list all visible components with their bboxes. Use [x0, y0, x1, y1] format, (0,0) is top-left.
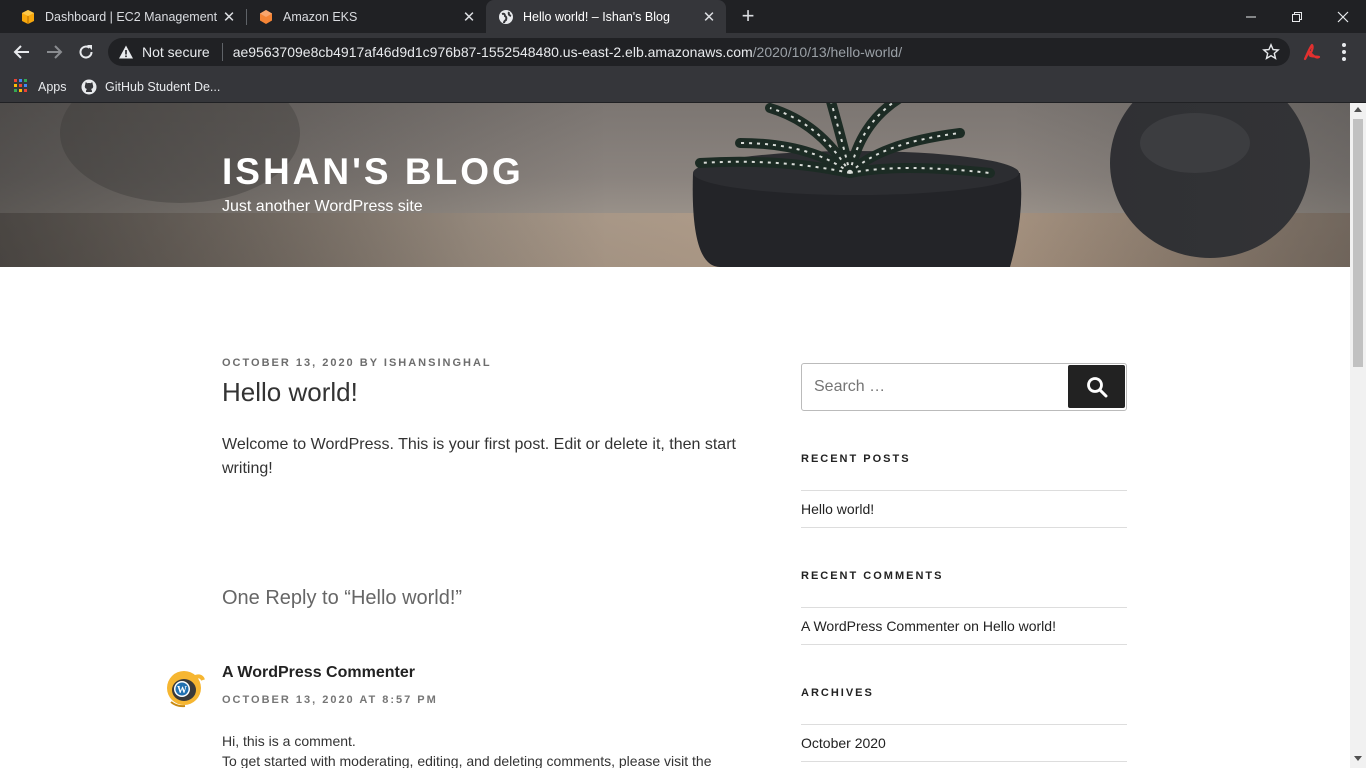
archive-link[interactable]: October 2020 [801, 725, 1127, 761]
search-button[interactable] [1068, 365, 1125, 408]
forward-button[interactable] [41, 39, 67, 65]
scroll-up-icon[interactable] [1354, 107, 1362, 112]
avatar[interactable]: W [163, 666, 205, 708]
close-tab-icon[interactable]: ✕ [458, 6, 480, 28]
recent-post-link[interactable]: Hello world! [801, 491, 1127, 527]
minimize-button[interactable] [1228, 0, 1274, 33]
close-tab-icon[interactable]: ✕ [218, 6, 240, 28]
reload-icon [79, 45, 93, 59]
tab-ec2-dashboard[interactable]: Dashboard | EC2 Management Co ✕ [0, 0, 246, 33]
tab-hello-world[interactable]: Hello world! – Ishan's Blog ✕ [486, 0, 726, 33]
archives-title: ARCHIVES [801, 687, 874, 699]
post-date[interactable]: OCTOBER 13, 2020 [222, 357, 355, 369]
scroll-down-icon[interactable] [1354, 756, 1362, 761]
recent-comment-post[interactable]: Hello world! [983, 618, 1056, 634]
tab-title: Dashboard | EC2 Management Co [45, 9, 218, 24]
tab-title: Hello world! – Ishan's Blog [523, 9, 670, 24]
url-text[interactable]: ae9563709e8cb4917af46d9d1c976b87-1552548… [233, 44, 902, 60]
tab-title: Amazon EKS [283, 9, 358, 24]
bookmark-apps[interactable]: Apps [14, 77, 67, 97]
recent-comment-author[interactable]: A WordPress Commenter [801, 618, 959, 634]
post-content: Welcome to WordPress. This is your first… [222, 436, 736, 477]
web-page: ISHAN'S BLOG Just another WordPress site… [0, 103, 1350, 768]
comments-title: One Reply to “Hello world!” [222, 587, 463, 609]
hero-overlay [0, 103, 1350, 267]
recent-posts-list: Hello world! [801, 490, 1127, 528]
site-description: Just another WordPress site [222, 198, 423, 215]
address-bar[interactable]: Not secure ae9563709e8cb4917af46d9d1c976… [108, 38, 1290, 66]
browser-menu-icon[interactable] [1334, 40, 1354, 64]
search-icon [1086, 376, 1107, 397]
recent-comments-title: RECENT COMMENTS [801, 570, 944, 582]
comment-body: Hi, this is a comment. To get started wi… [222, 731, 752, 768]
comment-date[interactable]: OCTOBER 13, 2020 AT 8:57 PM [222, 694, 438, 706]
acrobat-extension-icon[interactable] [1302, 42, 1322, 62]
url-host: ae9563709e8cb4917af46d9d1c976b87-1552548… [232, 44, 753, 60]
recent-posts-title: RECENT POSTS [801, 453, 911, 465]
back-arrow-icon [13, 45, 29, 59]
comment-author: A WordPress Commenter [222, 664, 415, 681]
archives-list: October 2020 [801, 724, 1127, 762]
security-status[interactable]: Not secure [142, 44, 210, 60]
recent-comments-list: A WordPress Commenter on Hello world! [801, 607, 1127, 645]
warning-icon[interactable] [118, 44, 134, 60]
back-button[interactable] [9, 39, 35, 65]
star-icon[interactable] [1262, 43, 1280, 61]
omnibox-divider [221, 43, 223, 61]
restore-button[interactable] [1274, 0, 1320, 33]
comment-line: Hi, this is a comment. [222, 733, 356, 749]
reload-button[interactable] [73, 39, 99, 65]
github-icon [81, 79, 97, 95]
post-author[interactable]: ISHANSINGHAL [384, 357, 492, 369]
post-title: Hello world! [222, 377, 358, 407]
recent-comment-on: on [963, 618, 979, 634]
bookmark-label: Apps [38, 80, 67, 94]
globe-icon [498, 9, 514, 25]
aws-cube-icon [20, 9, 36, 25]
scroll-thumb[interactable] [1353, 119, 1363, 367]
comment-line: To get started with moderating, editing,… [222, 753, 712, 768]
search-form [801, 363, 1127, 411]
svg-text:W: W [177, 685, 187, 696]
forward-arrow-icon [47, 45, 63, 59]
browser-tab-strip: Dashboard | EC2 Management Co ✕ Amazon E… [0, 0, 1366, 33]
eks-icon [258, 9, 274, 25]
url-path: /2020/10/13/hello-world/ [752, 44, 903, 60]
site-title[interactable]: ISHAN'S BLOG [222, 151, 524, 193]
close-window-button[interactable] [1320, 0, 1366, 33]
bookmark-github-student[interactable]: GitHub Student De... [81, 77, 220, 97]
apps-grid-icon [14, 79, 30, 95]
header-image: ISHAN'S BLOG Just another WordPress site [0, 103, 1350, 267]
bookmarks-bar: Apps GitHub Student De... [0, 71, 1366, 103]
page-scrollbar[interactable] [1350, 103, 1366, 768]
new-tab-button[interactable]: + [736, 5, 760, 29]
recent-comment-item: A WordPress Commenter on Hello world! [801, 608, 1127, 644]
search-input[interactable] [802, 364, 1068, 410]
post-meta: OCTOBER 13, 2020 BY ISHANSINGHAL [222, 357, 492, 369]
post-by: BY [359, 357, 379, 369]
close-tab-icon[interactable]: ✕ [698, 6, 720, 28]
bookmark-label: GitHub Student De... [105, 80, 221, 94]
tab-amazon-eks[interactable]: Amazon EKS ✕ [238, 0, 486, 33]
